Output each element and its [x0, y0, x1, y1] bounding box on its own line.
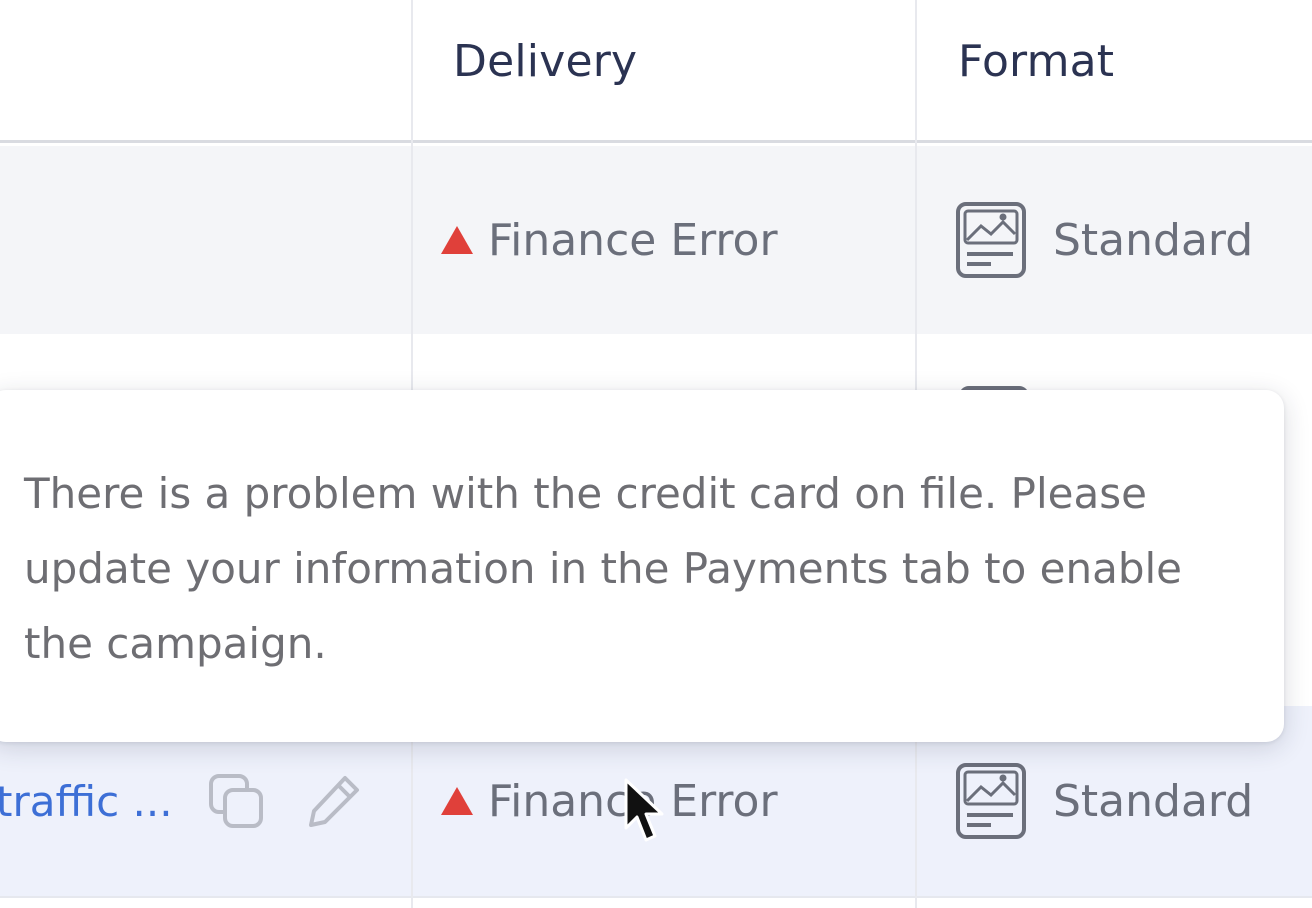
table-header: Delivery Format [0, 0, 1312, 143]
delivery-status-text: Finance Error [488, 214, 778, 266]
column-header-delivery[interactable]: Delivery [453, 36, 637, 87]
mouse-cursor-icon [624, 778, 664, 842]
duplicate-icon[interactable] [207, 772, 265, 830]
pencil-edit-icon[interactable] [305, 772, 363, 830]
warning-triangle-icon [441, 226, 473, 254]
table-row[interactable]: Finance Error Standard [0, 146, 1312, 334]
image-ad-format-icon [956, 202, 1026, 278]
format-cell: Standard [955, 146, 1253, 334]
warning-triangle-icon [441, 787, 473, 815]
campaign-table-view: Delivery Format Finance Error Standard t… [0, 0, 1312, 908]
format-text: Standard [1053, 775, 1254, 827]
column-header-format[interactable]: Format [958, 36, 1114, 87]
table-row[interactable] [0, 896, 1312, 908]
campaign-name-link[interactable]: traffic ... [0, 777, 173, 826]
image-ad-format-icon [956, 763, 1026, 839]
finance-error-tooltip: There is a problem with the credit card … [0, 390, 1284, 742]
format-text: Standard [1053, 214, 1254, 266]
tooltip-message: There is a problem with the credit card … [24, 469, 1182, 668]
delivery-status-cell[interactable]: Finance Error [440, 146, 778, 334]
